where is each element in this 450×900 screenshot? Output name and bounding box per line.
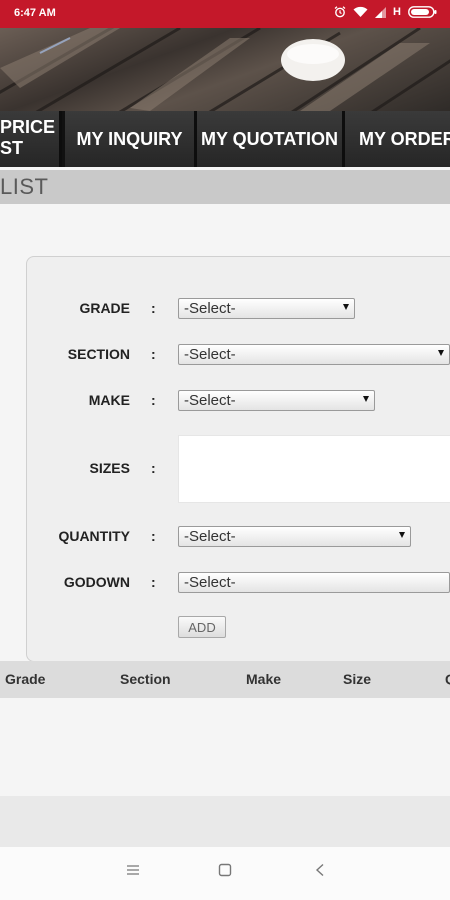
section-header: LIST xyxy=(0,170,450,204)
section-title: LIST xyxy=(0,174,49,199)
godown-select[interactable]: -Select- xyxy=(178,572,450,593)
make-select-value: -Select- xyxy=(184,392,236,409)
column-header-grade: Grade xyxy=(5,671,46,687)
grade-select[interactable]: -Select- xyxy=(178,298,355,319)
godown-label: GODOWN xyxy=(63,574,130,590)
wifi-icon xyxy=(353,6,368,18)
column-header-section: Section xyxy=(120,671,171,687)
menu-icon[interactable] xyxy=(126,863,140,882)
header-banner-image xyxy=(0,28,450,111)
quantity-colon: : xyxy=(151,528,156,544)
tab-my-order[interactable]: MY ORDER xyxy=(345,111,450,167)
network-type: H xyxy=(393,6,401,18)
status-icons: H xyxy=(334,6,438,18)
chevron-down-icon xyxy=(343,304,349,310)
tab-my-quotation[interactable]: MY QUOTATION xyxy=(197,111,345,167)
tab-my-quotation-label: MY QUOTATION xyxy=(201,128,338,149)
status-time: 6:47 AM xyxy=(14,7,56,19)
sizes-colon: : xyxy=(151,460,156,476)
chevron-down-icon xyxy=(363,396,369,402)
column-header-quantity: Q xyxy=(445,671,450,687)
status-bar: 6:47 AM H xyxy=(0,0,450,28)
system-nav-bar xyxy=(0,847,450,900)
section-select-value: -Select- xyxy=(184,346,236,363)
signal-icon xyxy=(375,6,387,18)
tab-price-list-line2: ST xyxy=(0,138,24,158)
back-icon[interactable] xyxy=(314,863,326,882)
make-select[interactable]: -Select- xyxy=(178,390,375,411)
sizes-list-box[interactable] xyxy=(178,435,450,503)
sizes-label: SIZES xyxy=(89,460,130,476)
grade-label: GRADE xyxy=(79,300,130,316)
chevron-down-icon xyxy=(438,350,444,356)
godown-colon: : xyxy=(151,574,156,590)
home-icon[interactable] xyxy=(218,863,232,882)
quantity-label: QUANTITY xyxy=(58,528,130,544)
add-button-label: ADD xyxy=(188,619,216,635)
tab-my-inquiry[interactable]: MY INQUIRY xyxy=(65,111,197,167)
godown-select-value: -Select- xyxy=(184,574,236,591)
tab-price-list[interactable]: PRICE ST xyxy=(0,111,62,167)
tab-price-list-line1: PRICE xyxy=(0,117,56,137)
quantity-select[interactable]: -Select- xyxy=(178,526,411,547)
grade-select-value: -Select- xyxy=(184,300,236,317)
table-body xyxy=(0,698,450,796)
table-header: Grade Section Make Size Q xyxy=(0,661,450,698)
section-label: SECTION xyxy=(67,346,130,362)
tab-my-inquiry-label: MY INQUIRY xyxy=(76,128,183,149)
alarm-icon xyxy=(334,6,346,18)
make-colon: : xyxy=(151,392,156,408)
chevron-down-icon xyxy=(399,532,405,538)
section-select[interactable]: -Select- xyxy=(178,344,450,365)
column-header-size: Size xyxy=(343,671,372,687)
page-footer xyxy=(0,796,450,847)
make-label: MAKE xyxy=(88,392,130,408)
tab-my-order-label: MY ORDER xyxy=(359,128,450,149)
grade-colon: : xyxy=(151,300,156,316)
quantity-select-value: -Select- xyxy=(184,528,236,545)
battery-icon xyxy=(408,6,438,18)
top-nav: PRICE ST MY INQUIRY MY QUOTATION MY ORDE… xyxy=(0,111,450,167)
section-colon: : xyxy=(151,346,156,362)
add-button[interactable]: ADD xyxy=(178,616,226,638)
column-header-make: Make xyxy=(246,671,282,687)
